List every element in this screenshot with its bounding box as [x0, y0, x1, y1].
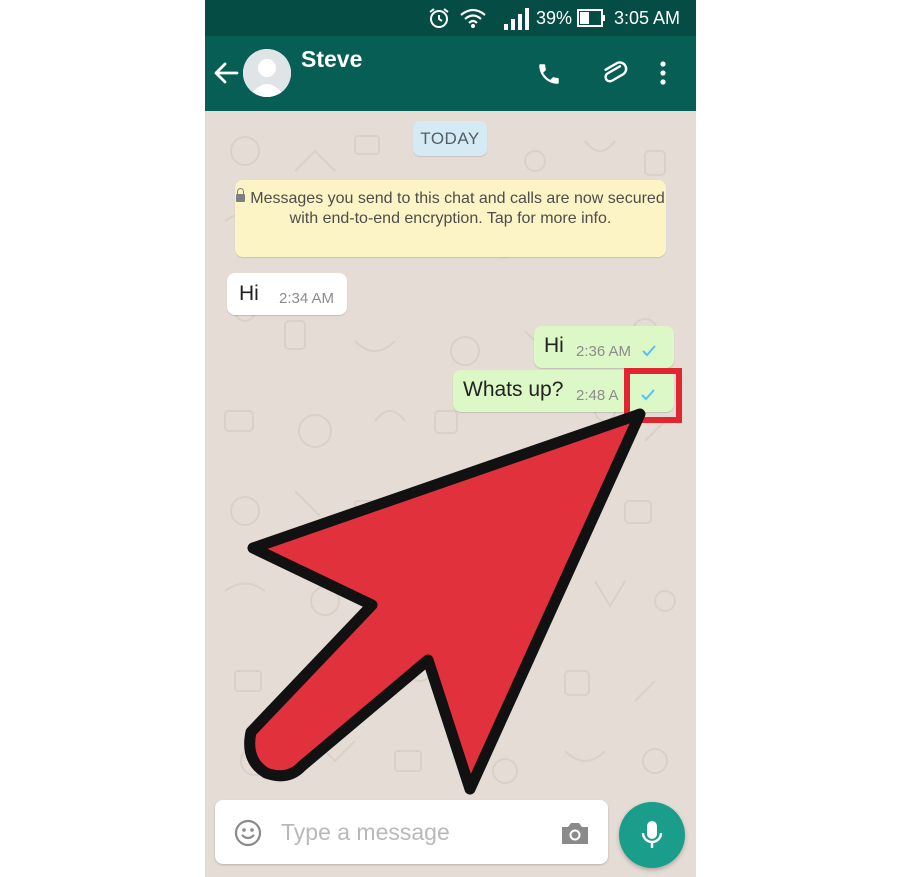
message-bubble-outgoing[interactable]: Whats up? 2:48 A	[453, 370, 674, 412]
emoji-icon[interactable]	[233, 818, 263, 848]
status-bar: 39% 3:05 AM	[205, 0, 696, 36]
date-divider: TODAY	[413, 121, 487, 156]
message-time: 2:48 A	[576, 387, 619, 404]
signal-icon	[504, 8, 529, 30]
alarm-icon	[429, 8, 449, 28]
message-bubble-outgoing[interactable]: Hi 2:36 AM	[534, 326, 674, 368]
avatar-icon	[243, 49, 291, 97]
battery-percent: 39%	[536, 8, 573, 28]
message-time: 2:36 AM	[576, 343, 632, 360]
lock-icon	[236, 188, 246, 202]
contact-name[interactable]: Steve	[301, 46, 362, 73]
single-tick-icon	[641, 389, 655, 401]
mic-icon	[641, 821, 663, 848]
back-arrow-icon[interactable]	[213, 60, 239, 86]
message-time: 2:34 AM	[279, 290, 335, 307]
message-text: Hi	[239, 282, 259, 305]
message-composer[interactable]: Type a message	[215, 800, 608, 864]
encryption-notice[interactable]: Messages you send to this chat and calls…	[235, 180, 666, 257]
avatar[interactable]	[243, 49, 291, 97]
phone-screen: 39% 3:05 AM Steve TODAY Messages you sen…	[205, 0, 696, 877]
status-time: 3:05 AM	[614, 8, 681, 28]
message-input[interactable]: Type a message	[281, 819, 450, 846]
message-text: Hi	[544, 334, 564, 357]
mic-button[interactable]	[619, 802, 685, 868]
single-tick-icon	[642, 345, 656, 357]
camera-icon[interactable]	[559, 819, 591, 847]
more-vert-icon[interactable]	[657, 60, 669, 86]
encryption-notice-text: Messages you send to this chat and calls…	[250, 190, 665, 227]
wifi-icon	[460, 8, 486, 28]
phone-icon[interactable]	[536, 61, 562, 87]
chat-header: Steve	[205, 36, 696, 111]
message-bubble-incoming[interactable]: Hi 2:34 AM	[227, 273, 347, 315]
paperclip-icon[interactable]	[599, 58, 629, 88]
message-text: Whats up?	[463, 378, 564, 401]
battery-icon	[577, 9, 605, 27]
